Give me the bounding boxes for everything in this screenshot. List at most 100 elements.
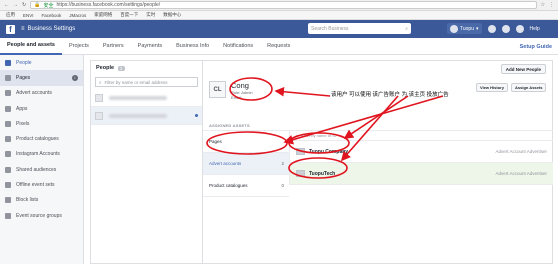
selected-indicator bbox=[195, 114, 198, 117]
setup-guide-link[interactable]: Setup Guide bbox=[520, 38, 552, 55]
asset-name: Tuopu Company bbox=[309, 148, 349, 155]
avatar bbox=[95, 111, 103, 120]
instagram-icon bbox=[5, 151, 11, 158]
add-new-people-button[interactable]: Add New People bbox=[500, 64, 546, 74]
redacted-name bbox=[109, 113, 167, 118]
bookmark-item[interactable]: JMacros bbox=[69, 13, 86, 18]
globe-icon[interactable] bbox=[487, 24, 496, 33]
ad-account-icon bbox=[296, 170, 305, 177]
browser-toolbar: ← → ↻ 🔒 安全 https://business.facebook.com… bbox=[0, 0, 558, 11]
asset-name: TuopuTech bbox=[309, 170, 336, 177]
category-pages[interactable]: Pages bbox=[203, 131, 289, 153]
avatar bbox=[95, 93, 103, 102]
facebook-logo[interactable]: f bbox=[6, 24, 15, 34]
search-input[interactable]: Search Business ⌕ bbox=[308, 23, 411, 34]
bookmark-item[interactable]: 实时 bbox=[146, 12, 155, 18]
bookmark-item[interactable]: ENVI bbox=[23, 13, 34, 18]
person-detail-panel: Add New People CL Cong Role: Admin Email… bbox=[203, 60, 553, 264]
asset-row[interactable]: TuopuTech Advert Account Advertiser bbox=[290, 163, 553, 185]
lock-icon: 🔒 bbox=[34, 2, 41, 8]
business-settings-title[interactable]: ≡ Business Settings bbox=[21, 26, 75, 32]
asset-row[interactable]: Tuopu Company Advert Account Advertiser bbox=[290, 141, 553, 163]
bookmark-item[interactable]: 数据中心 bbox=[163, 12, 181, 18]
list-item[interactable] bbox=[91, 107, 202, 125]
asset-role: Advert Account Advertiser bbox=[495, 171, 547, 176]
audience-icon bbox=[5, 166, 11, 173]
ad-account-icon bbox=[296, 148, 305, 155]
view-history-button[interactable]: View History bbox=[476, 83, 508, 92]
sidebar-item-event-source-groups[interactable]: Event source groups bbox=[0, 208, 83, 223]
bookmarks-bar: 应用 ENVI Facebook JMacros 家庭网络 百度一下 实时 数据… bbox=[0, 11, 558, 20]
tab-payments[interactable]: Payments bbox=[131, 38, 169, 55]
sidebar-item-pixels[interactable]: Pixels bbox=[0, 116, 83, 131]
people-list-panel: People 2 ⌕ Filter by name or email addre… bbox=[90, 60, 203, 264]
offline-event-icon bbox=[5, 182, 11, 189]
bookmark-item[interactable]: 应用 bbox=[6, 12, 15, 18]
sidebar-item-apps[interactable]: Apps bbox=[0, 101, 83, 116]
pixel-icon bbox=[5, 120, 11, 127]
chevron-down-icon: ▾ bbox=[476, 25, 479, 32]
event-source-icon bbox=[5, 212, 11, 219]
assign-assets-button[interactable]: Assign Assets bbox=[511, 83, 547, 92]
annotation-text: 该用户 可以使用 该广告账户 为 该主页 投放广告 bbox=[331, 92, 449, 98]
people-panel-title: People bbox=[96, 65, 115, 71]
back-icon[interactable]: ← bbox=[4, 2, 9, 8]
sidebar-item-pages[interactable]: Pages i bbox=[0, 70, 83, 86]
bell-icon[interactable] bbox=[501, 24, 510, 33]
people-filter-input[interactable]: ⌕ Filter by name or email address bbox=[95, 77, 198, 87]
assigned-assets-section: ASSIGNED ASSETS Pages Advert accounts 2 P… bbox=[203, 121, 553, 197]
asset-list: ⌕ Filter by name or ID Tuopu Company Adv… bbox=[289, 131, 553, 185]
person-profile: CL Cong Role: Admin Email: bbox=[209, 81, 253, 100]
sidebar-item-people[interactable]: People bbox=[0, 55, 83, 70]
redacted-name bbox=[109, 95, 167, 100]
sidebar-item-block-lists[interactable]: Block lists bbox=[0, 193, 83, 208]
help-link[interactable]: Help bbox=[530, 26, 540, 32]
top-tabs: People and assets Projects Partners Paym… bbox=[0, 38, 558, 55]
reload-icon[interactable]: ↻ bbox=[22, 2, 26, 8]
people-count-badge: 2 bbox=[118, 65, 125, 71]
ad-account-icon bbox=[5, 90, 11, 97]
sidebar-item-shared-audiences[interactable]: Shared audiences bbox=[0, 162, 83, 177]
people-icon bbox=[5, 59, 11, 66]
tab-people-and-assets[interactable]: People and assets bbox=[0, 38, 62, 55]
tab-projects[interactable]: Projects bbox=[62, 38, 96, 55]
settings-icon[interactable] bbox=[515, 24, 524, 33]
bookmark-item[interactable]: 百度一下 bbox=[120, 12, 138, 18]
tab-requests[interactable]: Requests bbox=[260, 38, 297, 55]
people-panel-header: People 2 bbox=[91, 61, 202, 75]
app-header: f ≡ Business Settings Search Business ⌕ … bbox=[0, 20, 558, 38]
category-advert-accounts[interactable]: Advert accounts 2 bbox=[203, 153, 289, 175]
asset-filter-input[interactable]: ⌕ Filter by name or ID bbox=[290, 131, 553, 141]
sidebar: People Pages i Advert accounts Apps Pixel… bbox=[0, 55, 84, 264]
forward-icon[interactable]: → bbox=[13, 2, 18, 8]
bookmark-item[interactable]: 家庭网络 bbox=[94, 12, 112, 18]
tab-notifications[interactable]: Notifications bbox=[216, 38, 260, 55]
account-switcher[interactable]: Tuopu ▾ bbox=[447, 23, 482, 34]
avatar bbox=[450, 24, 458, 33]
star-icon[interactable]: ☆ bbox=[541, 2, 545, 8]
block-icon bbox=[5, 197, 11, 204]
sidebar-item-product-catalogues[interactable]: Product catalogues bbox=[0, 131, 83, 146]
sidebar-item-instagram-accounts[interactable]: Instagram Accounts bbox=[0, 147, 83, 162]
search-icon: ⌕ bbox=[405, 25, 408, 32]
person-name: Cong bbox=[231, 81, 249, 90]
list-item[interactable] bbox=[91, 89, 202, 107]
menu-grid-icon: ≡ bbox=[21, 26, 25, 32]
asset-role: Advert Account Advertiser bbox=[495, 149, 547, 154]
tab-partners[interactable]: Partners bbox=[96, 38, 131, 55]
category-product-catalogues[interactable]: Product catalogues 0 bbox=[203, 175, 289, 197]
menu-icon[interactable]: ⋮ bbox=[549, 2, 554, 8]
secure-label: 安全 bbox=[43, 2, 54, 9]
catalogue-icon bbox=[5, 136, 11, 143]
search-icon: ⌕ bbox=[296, 133, 299, 138]
asset-categories: Pages Advert accounts 2 Product catalogue… bbox=[203, 131, 289, 197]
apps-icon bbox=[5, 105, 11, 112]
person-email: Email: bbox=[231, 95, 243, 100]
address-bar[interactable]: 🔒 安全 https://business.facebook.com/setti… bbox=[30, 1, 537, 9]
avatar: CL bbox=[209, 81, 226, 98]
bookmark-item[interactable]: Facebook bbox=[42, 13, 62, 18]
sidebar-item-offline-event-sets[interactable]: Offline event sets bbox=[0, 177, 83, 192]
info-icon[interactable]: i bbox=[72, 74, 78, 81]
tab-business-info[interactable]: Business Info bbox=[169, 38, 216, 55]
sidebar-item-advert-accounts[interactable]: Advert accounts bbox=[0, 86, 83, 101]
